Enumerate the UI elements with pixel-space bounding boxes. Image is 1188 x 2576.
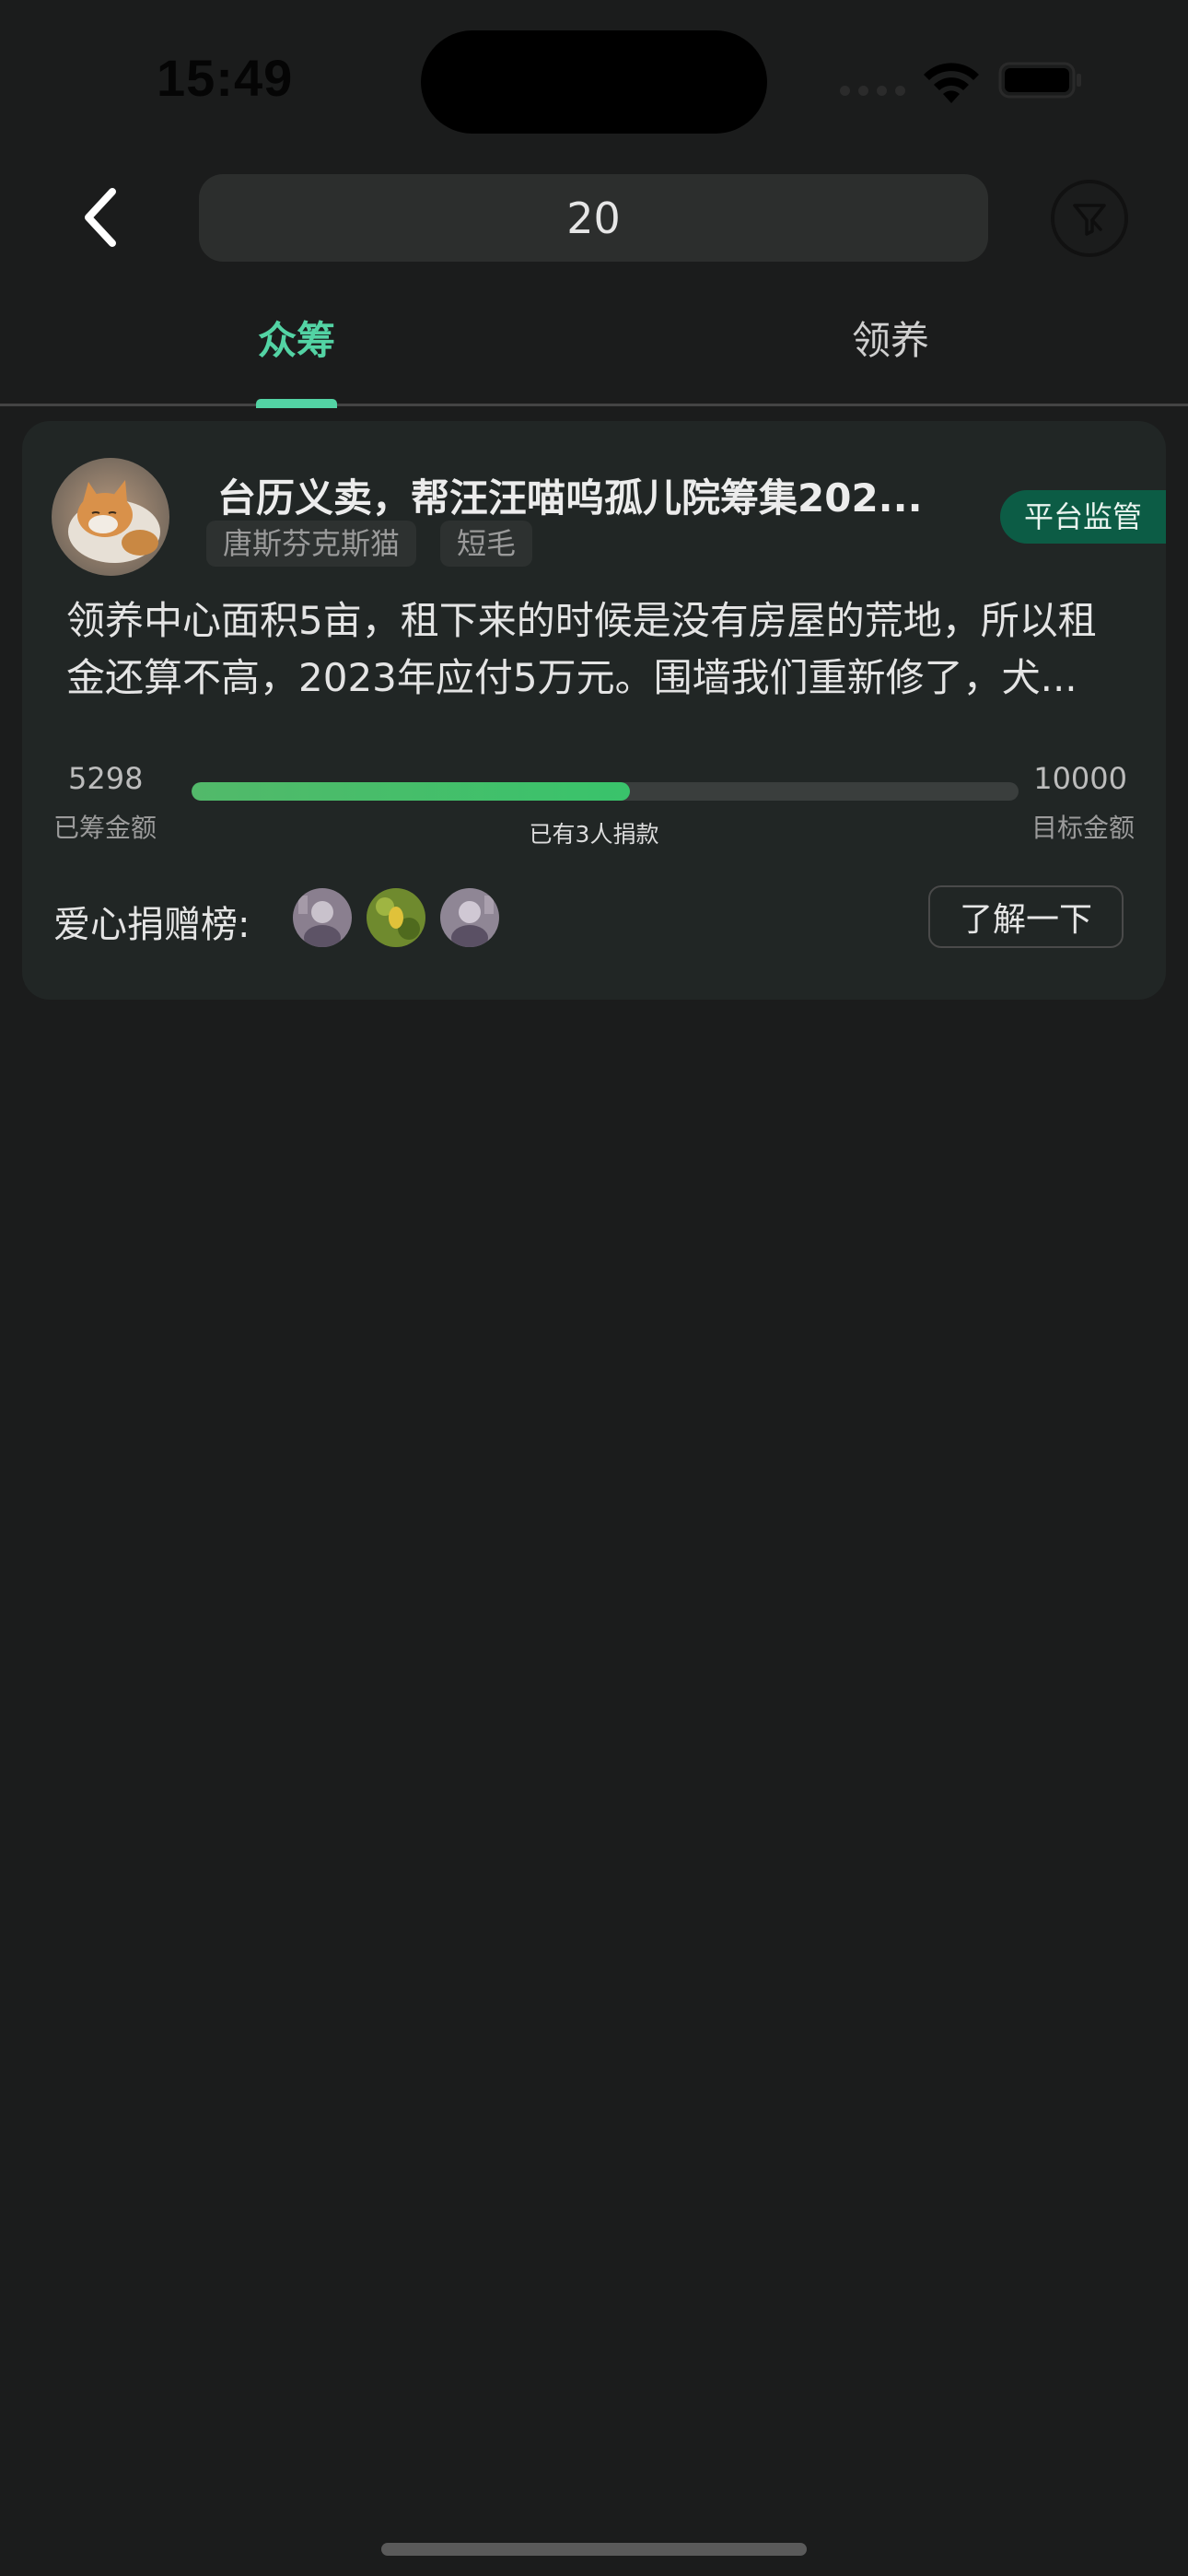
chevron-left-icon	[85, 188, 116, 247]
target-amount: 10000	[1033, 761, 1127, 796]
filter-button[interactable]	[1051, 180, 1128, 257]
tab-adopt[interactable]: 领养	[752, 310, 1029, 366]
wifi-icon	[924, 63, 979, 103]
funding-progress-bar	[192, 782, 1019, 801]
dynamic-island	[421, 30, 767, 134]
campaign-card[interactable]: 台历义卖，帮汪汪喵呜孤儿院筹集202... 唐斯芬克斯猫 短毛 平台监管 领养中…	[22, 421, 1166, 1000]
hair-tag: 短毛	[440, 521, 533, 567]
pet-avatar	[52, 458, 169, 576]
breed-tag: 唐斯芬克斯猫	[206, 521, 417, 567]
campaign-title: 台历义卖，帮汪汪喵呜孤儿院筹集202...	[217, 475, 923, 521]
home-indicator	[381, 2543, 807, 2556]
search-input[interactable]	[199, 192, 988, 244]
raised-amount: 5298	[68, 761, 144, 796]
tab-crowdfunding[interactable]: 众筹	[158, 310, 435, 366]
campaign-description: 领养中心面积5亩，租下来的时候是没有房屋的荒地，所以租金还算不高，2023年应付…	[66, 598, 1097, 700]
donor-avatar[interactable]	[440, 888, 499, 947]
back-button[interactable]	[72, 181, 131, 254]
platform-supervision-badge: 平台监管	[999, 490, 1166, 544]
tab-divider	[0, 404, 1188, 406]
status-time: 15:49	[157, 49, 294, 107]
funding-progress-fill	[192, 782, 630, 801]
active-tab-indicator	[256, 399, 337, 408]
funnel-icon	[1073, 204, 1106, 236]
donation-leaderboard-label: 爱心捐赠榜:	[53, 904, 250, 946]
donor-avatar[interactable]	[293, 888, 352, 947]
cellular-signal-icon	[840, 86, 905, 96]
donor-avatar[interactable]	[367, 888, 425, 947]
donors-count: 已有3人捐款	[529, 821, 659, 848]
target-label: 目标金额	[1031, 813, 1135, 843]
learn-more-button[interactable]: 了解一下	[928, 885, 1124, 948]
search-box[interactable]	[199, 174, 988, 262]
battery-icon	[998, 62, 1081, 99]
